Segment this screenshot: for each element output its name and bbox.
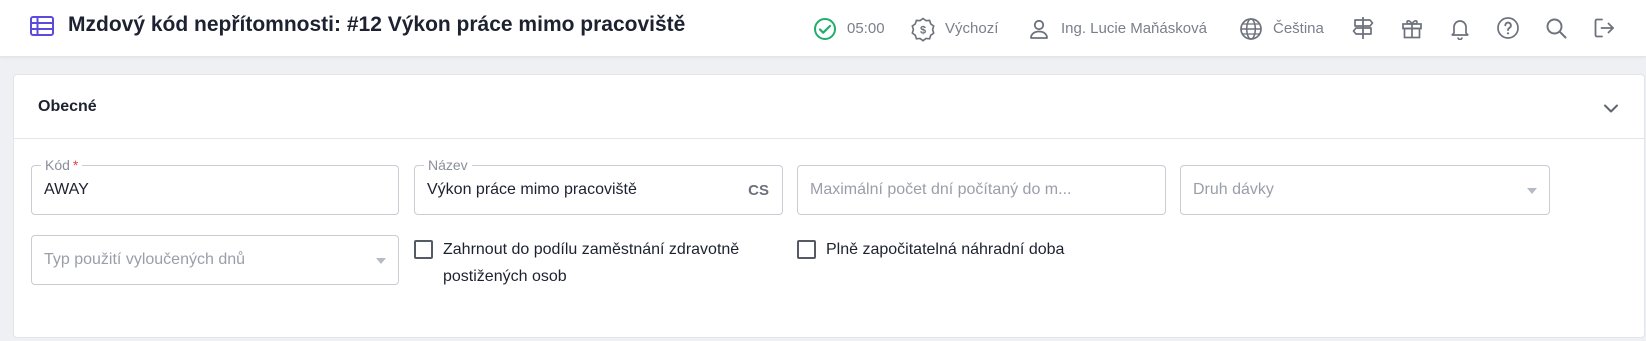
globe-icon	[1238, 16, 1264, 42]
excluded-days-select[interactable]: Typ použití vyloučených dnů	[31, 235, 399, 285]
gift-icon[interactable]	[1399, 15, 1425, 41]
status-time[interactable]: 05:00	[812, 0, 885, 57]
help-icon[interactable]	[1495, 15, 1521, 41]
disabled-share-checkbox[interactable]: Zahrnout do podílu zaměstnání zdravotně …	[414, 236, 774, 290]
name-field-value: Výkon práce mimo pracoviště	[427, 181, 637, 198]
max-days-placeholder: Maximální počet dní počítaný do m...	[810, 181, 1072, 198]
user-icon	[1026, 16, 1052, 42]
page-title: Mzdový kód nepřítomnosti: #12 Výkon prác…	[68, 13, 686, 36]
language-tag[interactable]: CS	[748, 182, 769, 199]
max-days-field[interactable]: Maximální počet dní počítaný do m...	[797, 165, 1166, 215]
chevron-down-icon	[1527, 188, 1537, 194]
coin-icon: $	[910, 16, 936, 42]
section-title: Obecné	[38, 98, 97, 115]
code-field[interactable]: Kód * AWAY	[31, 156, 399, 215]
user-name: Ing. Lucie Maňásková	[1061, 20, 1207, 37]
checkbox-box[interactable]	[414, 240, 433, 259]
general-section-card: Obecné Kód * AWAY Název Výkon práce mimo …	[13, 74, 1645, 338]
checkbox-box[interactable]	[797, 240, 816, 259]
chevron-up-icon[interactable]	[1600, 97, 1622, 119]
code-field-value: AWAY	[44, 181, 89, 198]
name-field[interactable]: Název Výkon práce mimo pracoviště CS	[414, 156, 783, 215]
clock-check-icon	[812, 16, 838, 42]
signpost-icon[interactable]	[1350, 15, 1376, 41]
search-icon[interactable]	[1543, 15, 1569, 41]
budget-label: Výchozí	[945, 20, 999, 37]
svg-text:$: $	[920, 24, 926, 36]
language-selector[interactable]: Čeština	[1238, 0, 1324, 57]
full-substitute-checkbox[interactable]: Plně započitatelná náhradní doba	[797, 236, 1157, 263]
excluded-days-placeholder: Typ použití vyloučených dnů	[44, 251, 246, 268]
user-menu[interactable]: Ing. Lucie Maňásková	[1026, 0, 1207, 57]
bell-icon[interactable]	[1447, 15, 1473, 41]
logout-icon[interactable]	[1591, 15, 1617, 41]
status-time-text: 05:00	[847, 20, 885, 37]
list-icon	[28, 12, 56, 40]
batch-type-select[interactable]: Druh dávky	[1180, 165, 1550, 215]
top-bar: Mzdový kód nepřítomnosti: #12 Výkon prác…	[0, 0, 1646, 57]
required-mark: *	[72, 157, 79, 173]
language-label: Čeština	[1273, 20, 1324, 37]
name-field-label: Název	[424, 156, 472, 174]
batch-type-placeholder: Druh dávky	[1193, 181, 1274, 198]
disabled-share-label: Zahrnout do podílu zaměstnání zdravotně …	[443, 241, 740, 285]
full-substitute-label: Plně započitatelná náhradní doba	[826, 241, 1065, 258]
general-section-header[interactable]: Obecné	[14, 75, 1644, 139]
code-field-label: Kód *	[41, 156, 83, 174]
chevron-down-icon	[376, 258, 386, 264]
budget-selector[interactable]: $ Výchozí	[910, 0, 998, 57]
